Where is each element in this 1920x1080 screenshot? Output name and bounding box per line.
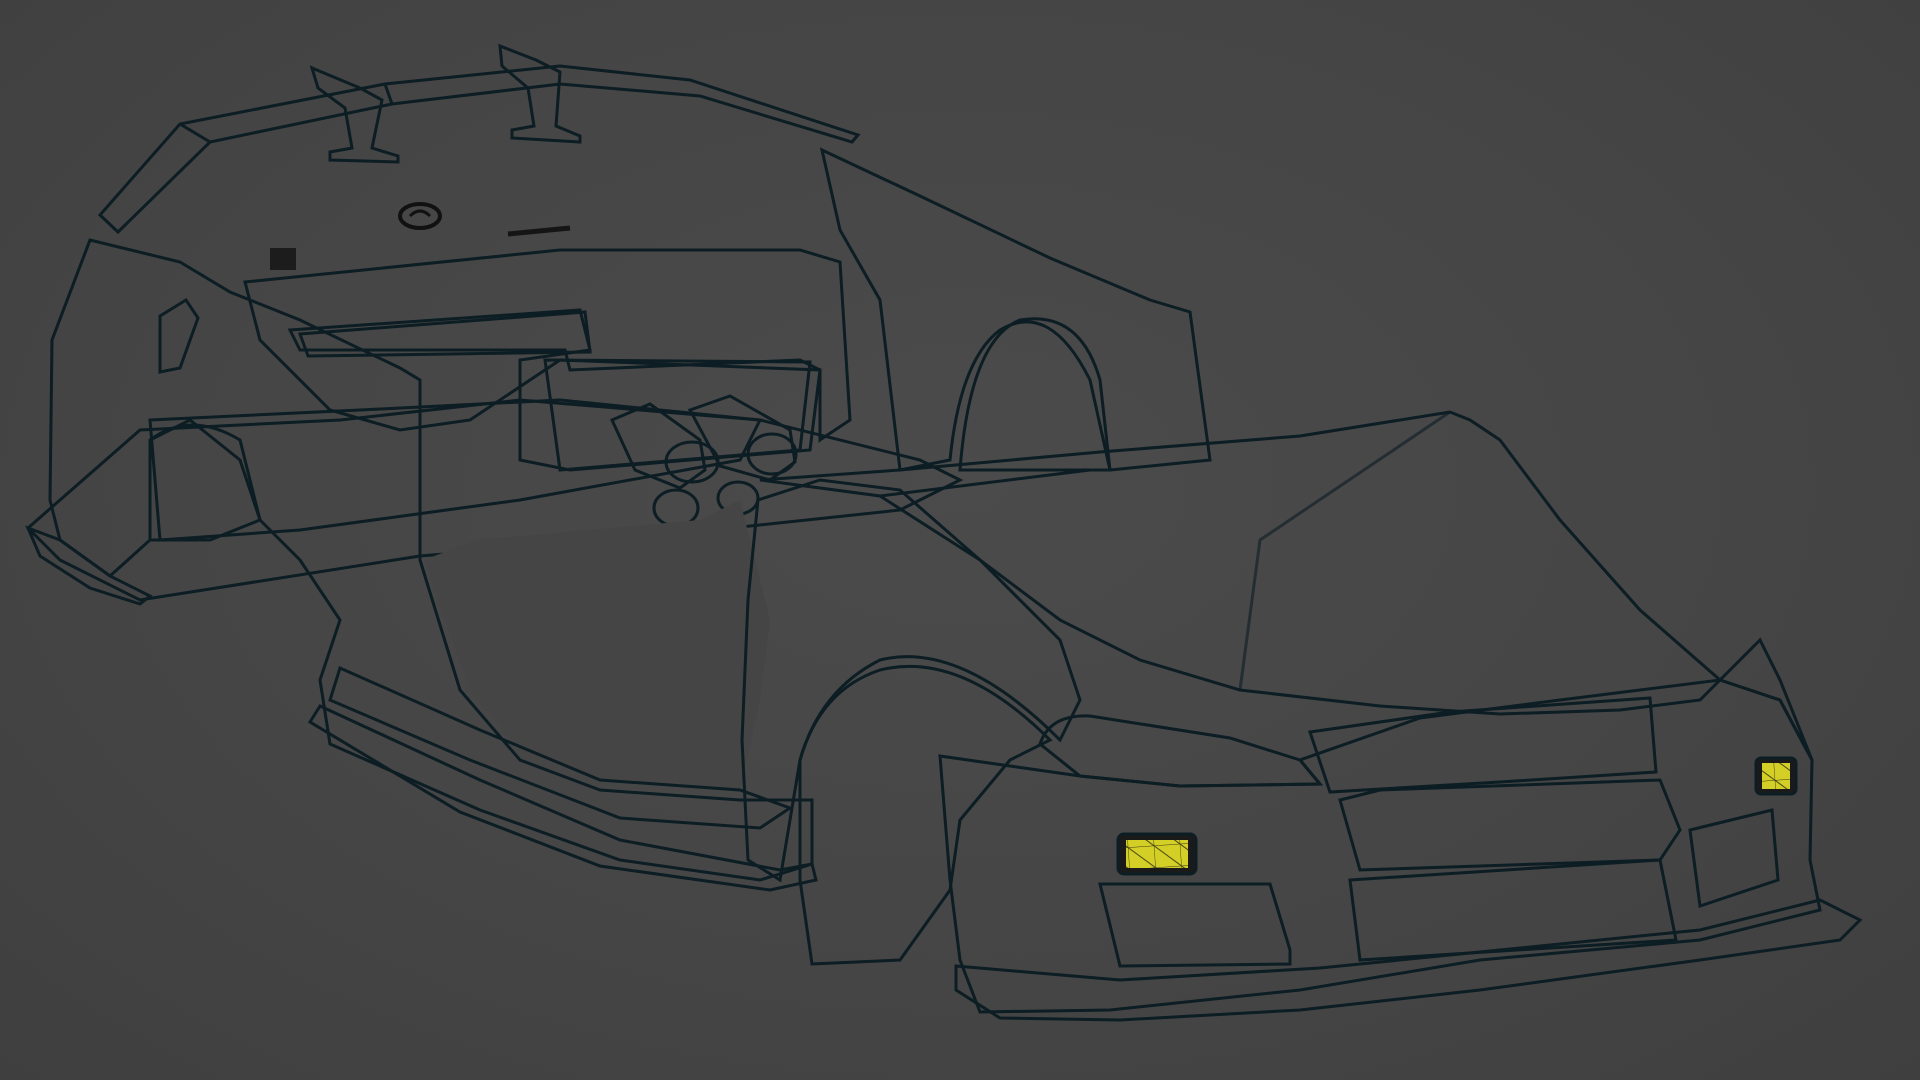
fog-light-left	[1116, 832, 1198, 876]
front-side-intake-right[interactable]	[1688, 808, 1780, 908]
car-wireframe-model	[25, 43, 1863, 1022]
fog-light-right	[1754, 756, 1798, 796]
front-fender-left[interactable]	[740, 478, 1082, 966]
rear-bumper-inner[interactable]	[287, 308, 822, 472]
rear-diffuser-strip[interactable]	[25, 525, 153, 606]
front-fender-right[interactable]	[1717, 637, 1814, 761]
3d-viewport[interactable]	[0, 0, 1920, 1080]
rear-emblem	[398, 202, 442, 230]
front-lower-intake[interactable]	[1348, 858, 1678, 962]
door-opening-left	[424, 500, 770, 790]
rear-script-badge	[507, 225, 571, 237]
rear-wing[interactable]	[97, 64, 861, 235]
wing-support-right[interactable]	[498, 43, 582, 144]
front-lip[interactable]	[954, 898, 1863, 1022]
wing-support-left[interactable]	[309, 65, 400, 164]
rear-quarter-right[interactable]	[819, 147, 1212, 472]
rear-badge-left	[270, 248, 296, 270]
front-side-intake-left[interactable]	[1098, 882, 1292, 968]
